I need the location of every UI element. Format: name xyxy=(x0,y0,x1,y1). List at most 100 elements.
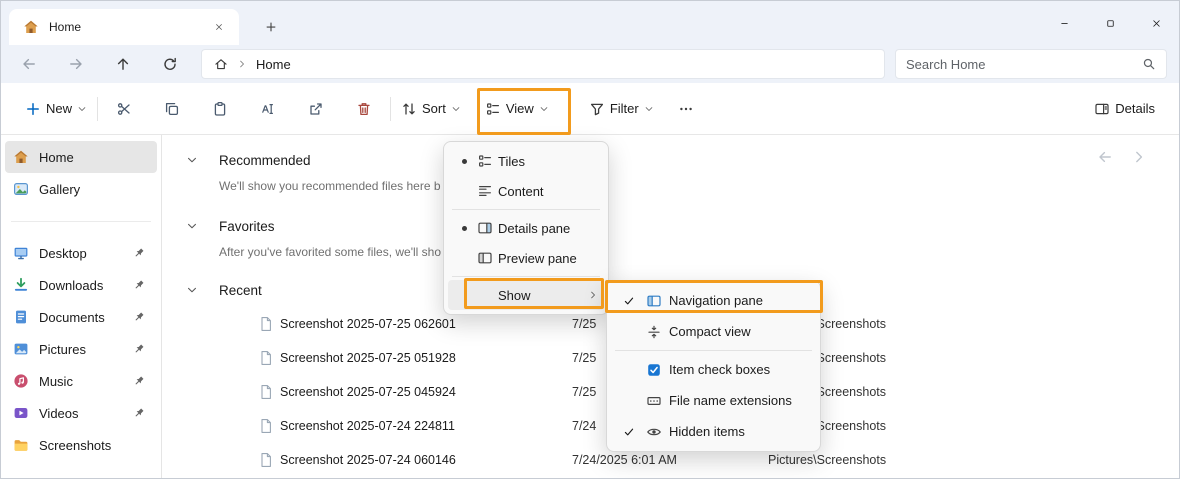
navigation-pane-icon xyxy=(646,293,662,309)
file-explorer-window: Home Home New xyxy=(0,0,1180,479)
menu-item-label: Preview pane xyxy=(498,250,577,266)
scroll-right-icon[interactable] xyxy=(1131,149,1147,165)
menu-separator xyxy=(452,209,600,210)
menu-item-compact-view[interactable]: Compact view xyxy=(611,316,816,347)
documents-icon xyxy=(13,309,29,325)
section-title: Favorites xyxy=(219,218,275,234)
sidebar-item-desktop[interactable]: Desktop xyxy=(5,237,157,269)
sidebar-item-screenshots[interactable]: Screenshots xyxy=(5,429,157,461)
paste-button[interactable] xyxy=(196,91,244,127)
sort-button[interactable]: Sort xyxy=(393,91,469,127)
delete-button[interactable] xyxy=(340,91,388,127)
collapse-chevron-icon[interactable] xyxy=(186,284,198,296)
sidebar-item-downloads[interactable]: Downloads xyxy=(5,269,157,301)
rename-button[interactable] xyxy=(244,91,292,127)
file-icon xyxy=(258,418,274,434)
sidebar-item-music[interactable]: Music xyxy=(5,365,157,397)
menu-item-navigation-pane[interactable]: Navigation pane xyxy=(611,285,816,316)
cut-button[interactable] xyxy=(100,91,148,127)
breadcrumb[interactable]: Home xyxy=(256,57,291,72)
selected-bullet xyxy=(461,225,467,231)
music-icon xyxy=(13,373,29,389)
selected-bullet xyxy=(461,158,467,164)
sidebar-item-videos[interactable]: Videos xyxy=(5,397,157,429)
menu-item-item-check-boxes[interactable]: Item check boxes xyxy=(611,354,816,385)
menu-item-hidden-items[interactable]: Hidden items xyxy=(611,416,816,447)
menu-item-label: Item check boxes xyxy=(669,362,771,377)
eye-icon xyxy=(646,424,662,440)
search-input[interactable] xyxy=(906,56,1134,72)
new-button-label: New xyxy=(46,101,73,116)
file-icon xyxy=(258,452,274,468)
collapse-chevron-icon[interactable] xyxy=(186,220,198,232)
check-icon xyxy=(623,295,635,307)
show-submenu: Navigation pane Compact view Item check … xyxy=(606,280,821,452)
sidebar-item-label: Documents xyxy=(39,309,105,325)
pin-icon xyxy=(133,343,145,355)
view-button[interactable]: View xyxy=(477,91,557,127)
home-icon xyxy=(23,19,39,35)
content-view-icon xyxy=(477,183,493,199)
share-button[interactable] xyxy=(292,91,340,127)
sidebar-item-home[interactable]: Home xyxy=(5,141,157,173)
tab-title: Home xyxy=(49,20,82,34)
address-bar[interactable]: Home xyxy=(201,49,885,79)
sidebar-item-pictures[interactable]: Pictures xyxy=(5,333,157,365)
collapse-chevron-icon[interactable] xyxy=(186,154,198,166)
tab-home[interactable]: Home xyxy=(9,9,239,45)
folder-icon xyxy=(13,437,29,453)
rename-icon xyxy=(260,101,276,117)
new-tab-button[interactable] xyxy=(257,13,285,41)
file-icon xyxy=(258,350,274,366)
window-controls xyxy=(1041,1,1179,45)
check-boxes-icon xyxy=(646,362,662,378)
paste-icon xyxy=(212,101,228,117)
close-button[interactable] xyxy=(1133,1,1179,45)
menu-item-preview-pane[interactable]: Preview pane xyxy=(448,243,604,273)
forward-button[interactable] xyxy=(60,48,92,80)
menu-item-label: Compact view xyxy=(669,324,751,339)
chevron-down-icon xyxy=(451,104,461,114)
copy-button[interactable] xyxy=(148,91,196,127)
tiles-icon xyxy=(477,153,493,169)
chevron-down-icon xyxy=(539,104,549,114)
menu-item-content[interactable]: Content xyxy=(448,176,604,206)
file-name: Screenshot 2025-07-25 045924 xyxy=(280,385,456,399)
back-button[interactable] xyxy=(13,48,45,80)
menu-item-file-name-extensions[interactable]: File name extensions xyxy=(611,385,816,416)
file-name: Screenshot 2025-07-24 060146 xyxy=(280,453,456,467)
filter-button[interactable]: Filter xyxy=(581,91,662,127)
sidebar-item-documents[interactable]: Documents xyxy=(5,301,157,333)
maximize-button[interactable] xyxy=(1087,1,1133,45)
sidebar-item-gallery[interactable]: Gallery xyxy=(5,173,157,205)
pin-icon xyxy=(133,279,145,291)
details-button-label: Details xyxy=(1115,101,1155,116)
favorites-hint: After you've favorited some files, we'll… xyxy=(219,245,442,259)
forward-icon xyxy=(68,56,84,72)
up-button[interactable] xyxy=(107,48,139,80)
section-recommended: Recommended xyxy=(186,147,1179,173)
home-breadcrumb-icon[interactable] xyxy=(214,57,228,71)
new-button[interactable]: New xyxy=(17,91,95,127)
section-title: Recommended xyxy=(219,152,311,168)
scroll-left-icon[interactable] xyxy=(1097,149,1113,165)
file-date: 7/24/2025 6:01 AM xyxy=(572,453,677,467)
menu-item-details-pane[interactable]: Details pane xyxy=(448,213,604,243)
sidebar-item-label: Downloads xyxy=(39,277,104,293)
pin-icon xyxy=(133,407,145,419)
refresh-button[interactable] xyxy=(154,48,186,80)
cut-icon xyxy=(116,101,132,117)
pictures-icon xyxy=(13,341,29,357)
sort-icon xyxy=(401,101,417,117)
check-icon xyxy=(623,426,635,438)
menu-item-tiles[interactable]: Tiles xyxy=(448,146,604,176)
details-toggle-button[interactable]: Details xyxy=(1086,91,1163,127)
minimize-button[interactable] xyxy=(1041,1,1087,45)
tab-close-icon[interactable] xyxy=(209,17,229,37)
search-icon[interactable] xyxy=(1142,57,1156,71)
ellipsis-icon xyxy=(678,101,694,117)
menu-item-show[interactable]: Show xyxy=(448,280,604,310)
compact-view-icon xyxy=(646,324,662,340)
more-options-button[interactable] xyxy=(662,91,710,127)
submenu-arrow-icon xyxy=(588,290,598,300)
